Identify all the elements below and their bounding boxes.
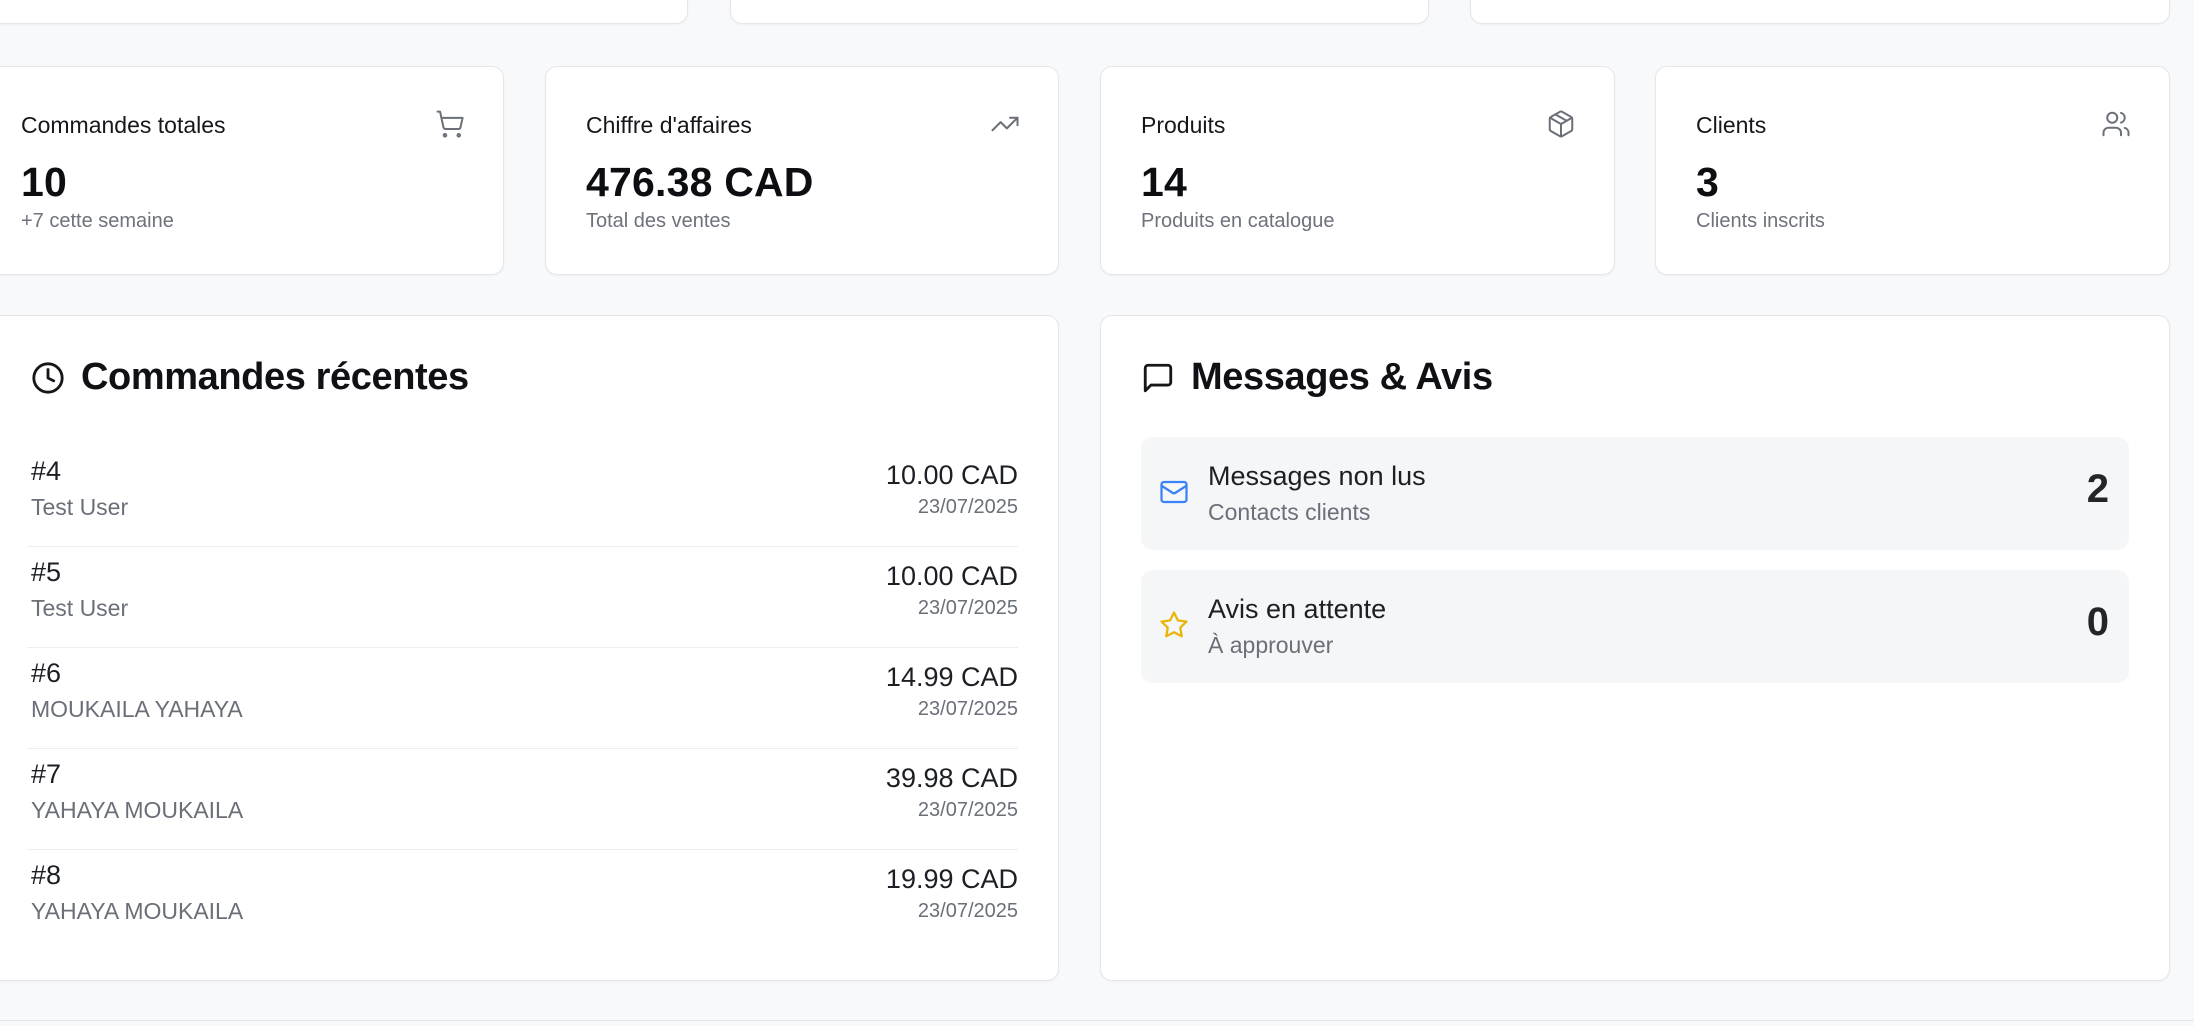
recent-orders-card: Commandes récentes #4 Test User 10.00 CA… <box>0 315 1059 981</box>
order-amount: 19.99 CAD <box>885 864 1018 894</box>
order-customer: MOUKAILA YAHAYA <box>31 696 243 722</box>
message-item-subtitle: À approuver <box>1208 632 1334 658</box>
recent-orders-header: Commandes récentes <box>31 356 469 399</box>
stat-card-orders[interactable]: Commandes totales 10 +7 cette semaine <box>0 66 504 275</box>
orders-list: #4 Test User 10.00 CAD 23/07/2025 #5 Tes… <box>27 446 1018 951</box>
users-icon <box>2101 109 2131 139</box>
stat-subtitle: Clients inscrits <box>1696 210 1825 232</box>
shopping-cart-icon <box>435 109 465 139</box>
top-card-2 <box>730 0 1429 24</box>
order-amount: 10.00 CAD <box>885 561 1018 591</box>
stat-value: 476.38 CAD <box>586 159 814 205</box>
stat-value: 10 <box>21 159 68 205</box>
stat-subtitle: +7 cette semaine <box>21 210 174 232</box>
order-amount: 14.99 CAD <box>885 662 1018 692</box>
order-row[interactable]: #8 YAHAYA MOUKAILA 19.99 CAD 23/07/2025 <box>27 850 1018 951</box>
dashboard-page: Commandes totales 10 +7 cette semaine Ch… <box>0 0 2194 1026</box>
messages-reviews-card: Messages & Avis Messages non lus Contact… <box>1100 315 2170 981</box>
order-id: #7 <box>31 759 62 789</box>
order-row[interactable]: #4 Test User 10.00 CAD 23/07/2025 <box>27 446 1018 547</box>
order-date: 23/07/2025 <box>917 597 1018 619</box>
stat-card-customers[interactable]: Clients 3 Clients inscrits <box>1655 66 2170 275</box>
order-date: 23/07/2025 <box>917 799 1018 821</box>
unread-messages-item[interactable]: Messages non lus Contacts clients 2 <box>1141 437 2129 550</box>
messages-title: Messages & Avis <box>1191 356 1493 398</box>
star-icon <box>1159 610 1189 640</box>
order-row[interactable]: #7 YAHAYA MOUKAILA 39.98 CAD 23/07/2025 <box>27 749 1018 850</box>
stat-subtitle: Total des ventes <box>586 210 731 232</box>
stat-title: Produits <box>1141 112 1226 138</box>
order-customer: YAHAYA MOUKAILA <box>31 898 244 924</box>
message-item-count: 0 <box>2086 600 2109 644</box>
stat-title: Commandes totales <box>21 112 226 138</box>
message-item-title: Avis en attente <box>1208 594 1387 624</box>
order-customer: Test User <box>31 595 129 621</box>
stat-value: 3 <box>1696 159 1720 205</box>
trending-up-icon <box>990 109 1020 139</box>
order-row[interactable]: #5 Test User 10.00 CAD 23/07/2025 <box>27 547 1018 648</box>
stat-value: 14 <box>1141 159 1188 205</box>
order-amount: 10.00 CAD <box>885 460 1018 490</box>
order-date: 23/07/2025 <box>917 496 1018 518</box>
stat-title: Chiffre d'affaires <box>586 112 752 138</box>
top-card-3 <box>1470 0 2170 24</box>
order-id: #5 <box>31 557 62 587</box>
message-item-count: 2 <box>2086 467 2109 511</box>
message-square-icon <box>1143 363 1173 392</box>
stat-card-products[interactable]: Produits 14 Produits en catalogue <box>1100 66 1615 275</box>
order-id: #6 <box>31 658 62 688</box>
recent-orders-title: Commandes récentes <box>81 356 469 398</box>
package-icon <box>1546 109 1576 139</box>
order-row[interactable]: #6 MOUKAILA YAHAYA 14.99 CAD 23/07/2025 <box>27 648 1018 749</box>
stat-subtitle: Produits en catalogue <box>1141 210 1335 232</box>
stat-title: Clients <box>1696 112 1767 138</box>
clock-icon <box>32 361 64 394</box>
order-customer: YAHAYA MOUKAILA <box>31 797 244 823</box>
order-amount: 39.98 CAD <box>885 763 1018 793</box>
order-id: #4 <box>31 456 62 486</box>
order-date: 23/07/2025 <box>917 900 1018 922</box>
order-date: 23/07/2025 <box>917 698 1018 720</box>
stat-card-revenue[interactable]: Chiffre d'affaires 476.38 CAD Total des … <box>545 66 1059 275</box>
message-item-title: Messages non lus <box>1208 461 1426 491</box>
mail-icon <box>1159 477 1189 507</box>
order-id: #8 <box>31 860 62 890</box>
pending-reviews-item[interactable]: Avis en attente À approuver 0 <box>1141 570 2129 683</box>
bottom-divider <box>0 1020 2194 1021</box>
messages-header: Messages & Avis <box>1141 356 1493 399</box>
top-card-1 <box>0 0 688 24</box>
message-item-subtitle: Contacts clients <box>1208 499 1371 525</box>
order-customer: Test User <box>31 494 129 520</box>
